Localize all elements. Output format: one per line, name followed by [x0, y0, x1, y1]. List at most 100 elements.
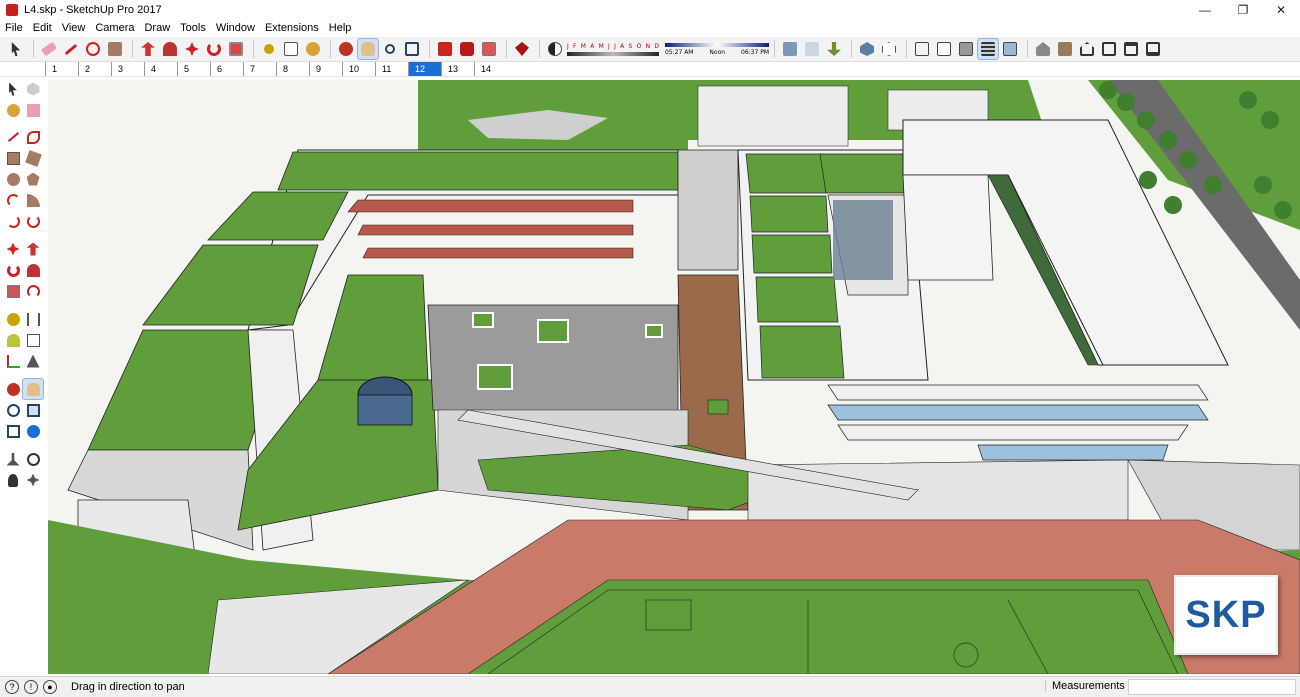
zoom-icon[interactable] — [380, 39, 400, 59]
orbit-icon[interactable] — [3, 379, 23, 399]
menu-camera[interactable]: Camera — [90, 22, 139, 34]
arc-icon[interactable] — [3, 190, 23, 210]
protractor-icon[interactable] — [3, 330, 23, 350]
menu-extensions[interactable]: Extensions — [260, 22, 324, 34]
3d-text-icon[interactable] — [23, 351, 43, 371]
scene-tab[interactable]: 5 — [177, 62, 210, 76]
menu-tools[interactable]: Tools — [175, 22, 211, 34]
paint-icon[interactable] — [303, 39, 323, 59]
menu-window[interactable]: Window — [211, 22, 260, 34]
xray-icon[interactable] — [857, 39, 877, 59]
scene-tab[interactable]: 6 — [210, 62, 243, 76]
pie-icon[interactable] — [23, 190, 43, 210]
paint-bucket-icon[interactable] — [105, 39, 125, 59]
walk-icon[interactable] — [3, 470, 23, 490]
shadow-date-slider[interactable]: J F M A M J J A S O N D — [567, 39, 659, 59]
3d-warehouse-icon[interactable] — [435, 39, 455, 59]
ruby-icon[interactable] — [512, 39, 532, 59]
select-icon[interactable] — [6, 39, 26, 59]
back-view-icon[interactable] — [1121, 39, 1141, 59]
offset-icon[interactable] — [23, 281, 43, 301]
user-icon[interactable]: ● — [43, 680, 57, 694]
orbit-icon[interactable] — [336, 39, 356, 59]
component-icon[interactable] — [23, 79, 43, 99]
shadow-time-slider[interactable]: 05:27 AM Noon 06:37 PM — [665, 39, 769, 59]
zoom-window-icon[interactable] — [23, 400, 43, 420]
shadows-toggle-icon[interactable] — [545, 39, 565, 59]
pan-icon[interactable] — [22, 378, 44, 400]
right-view-icon[interactable] — [1099, 39, 1119, 59]
text-icon[interactable] — [23, 330, 43, 350]
scene-tab-active[interactable]: 12 — [408, 62, 441, 76]
monochrome-icon[interactable] — [1000, 39, 1020, 59]
zoom-extents-icon[interactable] — [3, 421, 23, 441]
geolocation-icon[interactable]: ? — [5, 680, 19, 694]
text-icon[interactable] — [281, 39, 301, 59]
credits-icon[interactable]: ! — [24, 680, 38, 694]
scene-tab[interactable]: 8 — [276, 62, 309, 76]
scene-tab[interactable]: 4 — [144, 62, 177, 76]
left-view-icon[interactable] — [1143, 39, 1163, 59]
model-viewport[interactable] — [48, 80, 1300, 674]
circle-icon[interactable] — [3, 169, 23, 189]
rotated-rectangle-icon[interactable] — [23, 148, 43, 168]
menu-draw[interactable]: Draw — [139, 22, 175, 34]
position-camera-icon[interactable] — [3, 449, 23, 469]
menu-view[interactable]: View — [57, 22, 91, 34]
polygon-icon[interactable] — [23, 169, 43, 189]
scene-tab[interactable]: 1 — [45, 62, 78, 76]
pencil-icon[interactable] — [61, 39, 81, 59]
scene-tab[interactable]: 11 — [375, 62, 408, 76]
push-pull-icon[interactable] — [23, 239, 43, 259]
move-icon[interactable] — [3, 239, 23, 259]
time-track[interactable] — [665, 42, 769, 47]
measurements-input[interactable] — [1128, 679, 1296, 695]
scene-tab[interactable]: 10 — [342, 62, 375, 76]
restore-button[interactable]: ❐ — [1224, 0, 1262, 20]
model-render[interactable] — [48, 80, 1300, 674]
push-pull-icon[interactable] — [138, 39, 158, 59]
scale-icon[interactable] — [3, 281, 23, 301]
shapes-icon[interactable] — [83, 39, 103, 59]
iso-view-icon[interactable] — [1033, 39, 1053, 59]
zoom-extents-icon[interactable] — [402, 39, 422, 59]
top-view-icon[interactable] — [1055, 39, 1075, 59]
scene-tab[interactable]: 14 — [474, 62, 507, 76]
menu-help[interactable]: Help — [324, 22, 357, 34]
menu-file[interactable]: File — [0, 22, 28, 34]
move-icon[interactable] — [182, 39, 202, 59]
zoom-icon[interactable] — [3, 400, 23, 420]
stamp-icon[interactable] — [802, 39, 822, 59]
scene-tab[interactable]: 9 — [309, 62, 342, 76]
offset-icon[interactable] — [226, 39, 246, 59]
minimize-button[interactable]: — — [1186, 0, 1224, 20]
menu-edit[interactable]: Edit — [28, 22, 57, 34]
follow-me-icon[interactable] — [23, 260, 43, 280]
back-edges-icon[interactable] — [879, 39, 899, 59]
wireframe-icon[interactable] — [912, 39, 932, 59]
axes-icon[interactable] — [3, 351, 23, 371]
arc-2pt-icon[interactable] — [23, 211, 43, 231]
front-view-icon[interactable] — [1077, 39, 1097, 59]
rotate-icon[interactable] — [204, 39, 224, 59]
drape-icon[interactable] — [824, 39, 844, 59]
freehand-icon[interactable] — [23, 127, 43, 147]
previous-view-icon[interactable] — [23, 421, 43, 441]
eraser-icon[interactable] — [39, 39, 59, 59]
select-icon[interactable] — [3, 79, 23, 99]
scene-tab[interactable]: 13 — [441, 62, 474, 76]
scene-tab[interactable]: 2 — [78, 62, 111, 76]
section-plane-icon[interactable] — [23, 470, 43, 490]
layout-icon[interactable] — [479, 39, 499, 59]
tape-measure-icon[interactable] — [3, 309, 23, 329]
arc-3pt-icon[interactable] — [3, 211, 23, 231]
dimension-icon[interactable] — [23, 309, 43, 329]
scene-tab[interactable]: 3 — [111, 62, 144, 76]
line-icon[interactable] — [3, 127, 23, 147]
extension-warehouse-icon[interactable] — [457, 39, 477, 59]
scene-tab[interactable]: 7 — [243, 62, 276, 76]
sandbox-icon[interactable] — [780, 39, 800, 59]
pan-icon[interactable] — [357, 38, 379, 60]
shaded-icon[interactable] — [956, 39, 976, 59]
date-track[interactable] — [567, 51, 659, 56]
